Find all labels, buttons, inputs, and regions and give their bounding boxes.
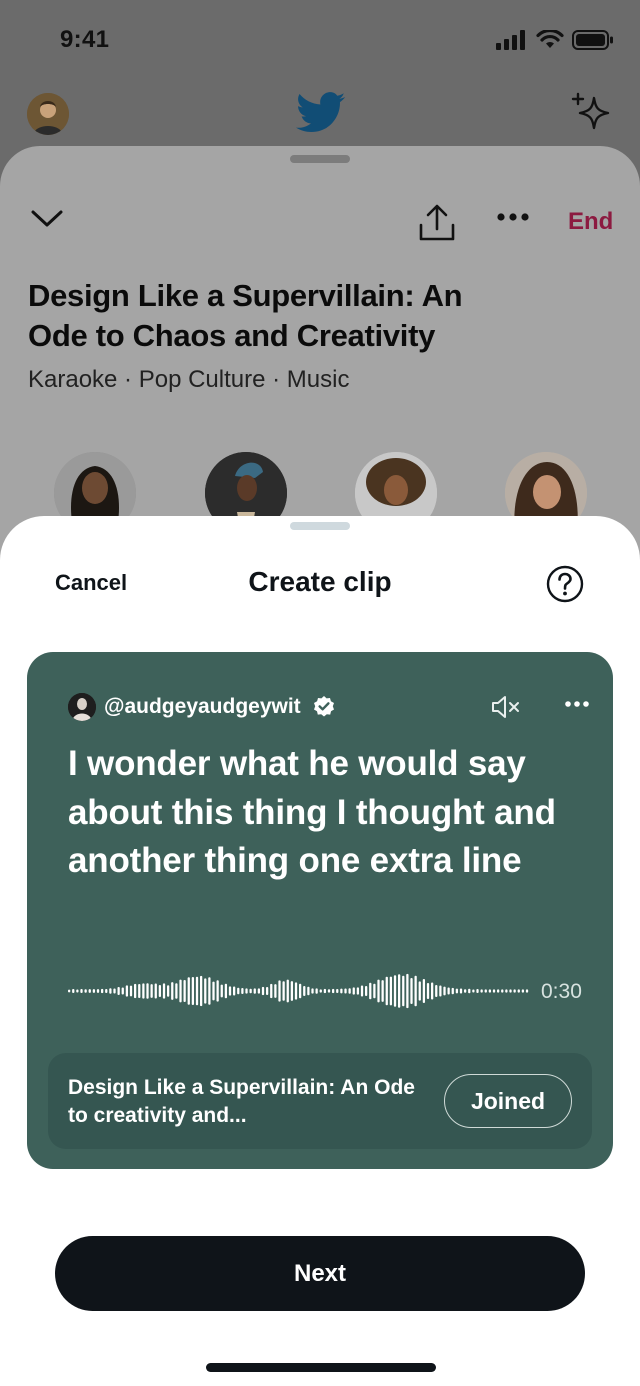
status-time: 9:41 [60, 26, 110, 53]
space-sheet-grabber[interactable] [290, 155, 350, 163]
clip-duration: 0:30 [541, 980, 582, 1003]
space-preview-title: Design Like a Supervillain: An Ode to cr… [68, 1076, 415, 1127]
status-icons [496, 30, 614, 50]
share-icon[interactable] [418, 203, 456, 243]
status-bar: 9:41 [0, 22, 640, 62]
speaker-muted-icon[interactable] [490, 694, 522, 720]
help-icon[interactable] [546, 565, 584, 603]
sheet-grabber[interactable] [290, 522, 350, 530]
cellular-signal-icon [496, 30, 525, 50]
audio-waveform[interactable] [68, 968, 530, 1014]
clip-more-icon[interactable] [564, 700, 590, 708]
space-tags: Karaoke · Pop Culture · Music [28, 366, 350, 393]
twitter-bird-icon [296, 92, 346, 132]
next-button[interactable]: Next [55, 1236, 585, 1311]
joined-button[interactable]: Joined [444, 1074, 572, 1128]
chevron-down-icon[interactable] [30, 208, 64, 230]
verified-badge-icon [314, 696, 334, 717]
speaker-avatar-small [68, 693, 96, 721]
space-title: Design Like a Supervillain: An Ode to Ch… [28, 278, 463, 353]
sheet-title: Create clip [248, 566, 392, 597]
profile-avatar[interactable] [27, 93, 69, 135]
more-options-icon[interactable] [496, 212, 530, 222]
end-space-button[interactable]: End [568, 208, 613, 236]
clip-quote: I wonder what he would say about this th… [68, 744, 556, 880]
speaker-handle: @audgeyaudgeywit [104, 695, 301, 718]
battery-icon [572, 30, 613, 50]
sparkle-icon[interactable] [570, 92, 614, 134]
home-indicator [206, 1363, 436, 1372]
wifi-icon [536, 30, 564, 48]
